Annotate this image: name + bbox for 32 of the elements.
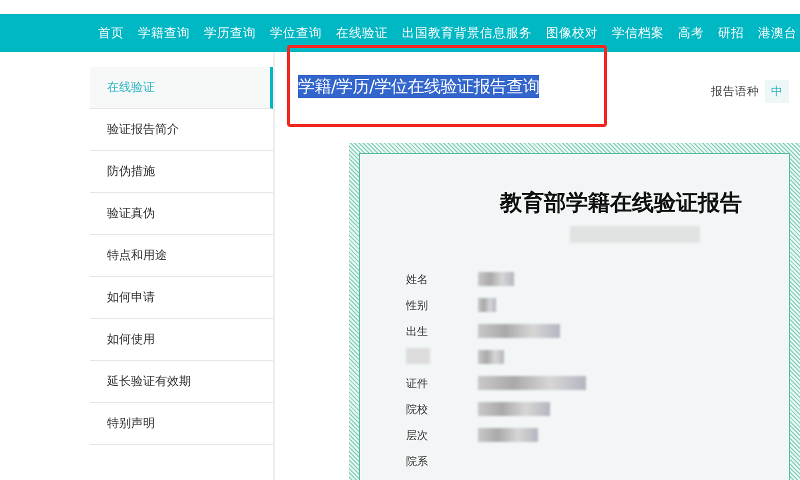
report-title: 教育部学籍在线验证报告 [500, 190, 742, 218]
nav-link[interactable]: 图像校对 [546, 24, 598, 42]
field-label: 性别 [406, 298, 429, 312]
blurred-label [406, 348, 430, 364]
nav-link[interactable]: 首页 [98, 24, 124, 42]
sidebar-item[interactable]: 延长验证有效期 [90, 361, 273, 403]
nav-link[interactable]: 高考 [678, 24, 704, 42]
sidebar-item[interactable]: 验证报告简介 [90, 109, 273, 151]
field-label: 姓名 [406, 272, 429, 286]
nav-link[interactable]: 研招 [718, 24, 744, 42]
nav-link[interactable]: 港澳台 [758, 24, 797, 42]
sidebar-item[interactable]: 如何使用 [90, 319, 273, 361]
field-label: 证件 [406, 376, 429, 390]
sidebar-item[interactable]: 在线验证 [90, 67, 273, 109]
language-label: 报告语种 [711, 84, 759, 99]
sidebar-item[interactable]: 防伪措施 [90, 151, 273, 193]
nav-link[interactable]: 出国教育背景信息服务 [402, 24, 532, 42]
nav-link[interactable]: 学信档案 [612, 24, 664, 42]
language-select[interactable]: 中 [765, 80, 789, 103]
sidebar-item[interactable]: 特点和用途 [90, 235, 273, 277]
field-label: 院系 [406, 454, 429, 468]
sidebar-item[interactable]: 特别声明 [90, 403, 273, 445]
nav-link[interactable]: 学历查询 [204, 24, 256, 42]
nav-link[interactable]: 在线验证 [336, 24, 388, 42]
sidebar-item[interactable]: 如何申请 [90, 277, 273, 319]
page-title: 学籍/学历/学位在线验证报告查询 [298, 74, 540, 98]
field-label: 出生 [406, 324, 429, 338]
sidebar-item[interactable]: 验证真伪 [90, 193, 273, 235]
nav-link[interactable]: 学籍查询 [138, 24, 190, 42]
field-label: 院校 [406, 402, 429, 416]
nav-link[interactable]: 学位查询 [270, 24, 322, 42]
field-label: 层次 [406, 428, 429, 442]
